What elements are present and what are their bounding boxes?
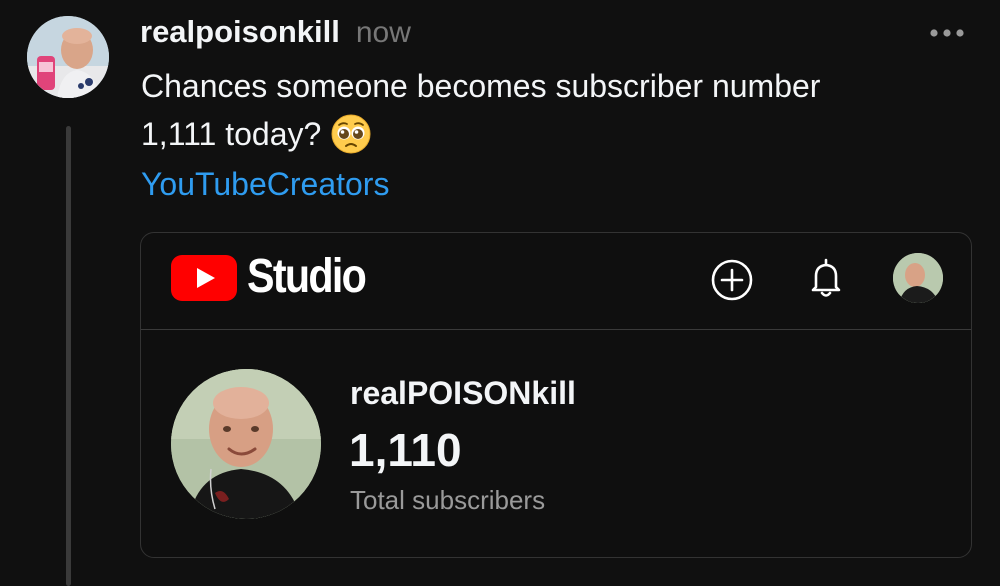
channel-name: realPOISONkill — [350, 375, 576, 411]
topic-tag-link[interactable]: YouTubeCreators — [141, 166, 389, 203]
create-plus-icon[interactable] — [709, 257, 755, 303]
post-text-line-1: Chances someone becomes subscriber numbe… — [141, 68, 821, 104]
youtube-logo-icon — [171, 255, 237, 301]
post-text-line-2: 1,111 today? — [141, 116, 322, 152]
post-text: Chances someone becomes subscriber numbe… — [141, 62, 941, 158]
subscriber-label: Total subscribers — [350, 485, 546, 515]
studio-title: Studio — [247, 250, 367, 303]
avatar-photo — [27, 16, 109, 98]
thread-line — [66, 126, 71, 586]
timestamp: now — [355, 16, 411, 49]
pleading-face-emoji-icon — [331, 114, 371, 154]
channel-avatar — [171, 369, 321, 519]
more-options-icon[interactable] — [922, 18, 972, 48]
post-text-line-2-wrap: 1,111 today? — [141, 110, 941, 158]
account-avatar[interactable] — [893, 253, 943, 303]
user-avatar[interactable] — [27, 16, 109, 98]
username[interactable]: realpoisonkill — [140, 14, 340, 50]
screenshot-card[interactable]: Studio realPOISONkill 1,110 Total subscr… — [140, 232, 972, 558]
subscriber-count: 1,110 — [349, 424, 462, 476]
studio-header: Studio — [141, 233, 971, 330]
post-header: realpoisonkill now — [140, 14, 411, 54]
bell-icon[interactable] — [803, 255, 849, 301]
